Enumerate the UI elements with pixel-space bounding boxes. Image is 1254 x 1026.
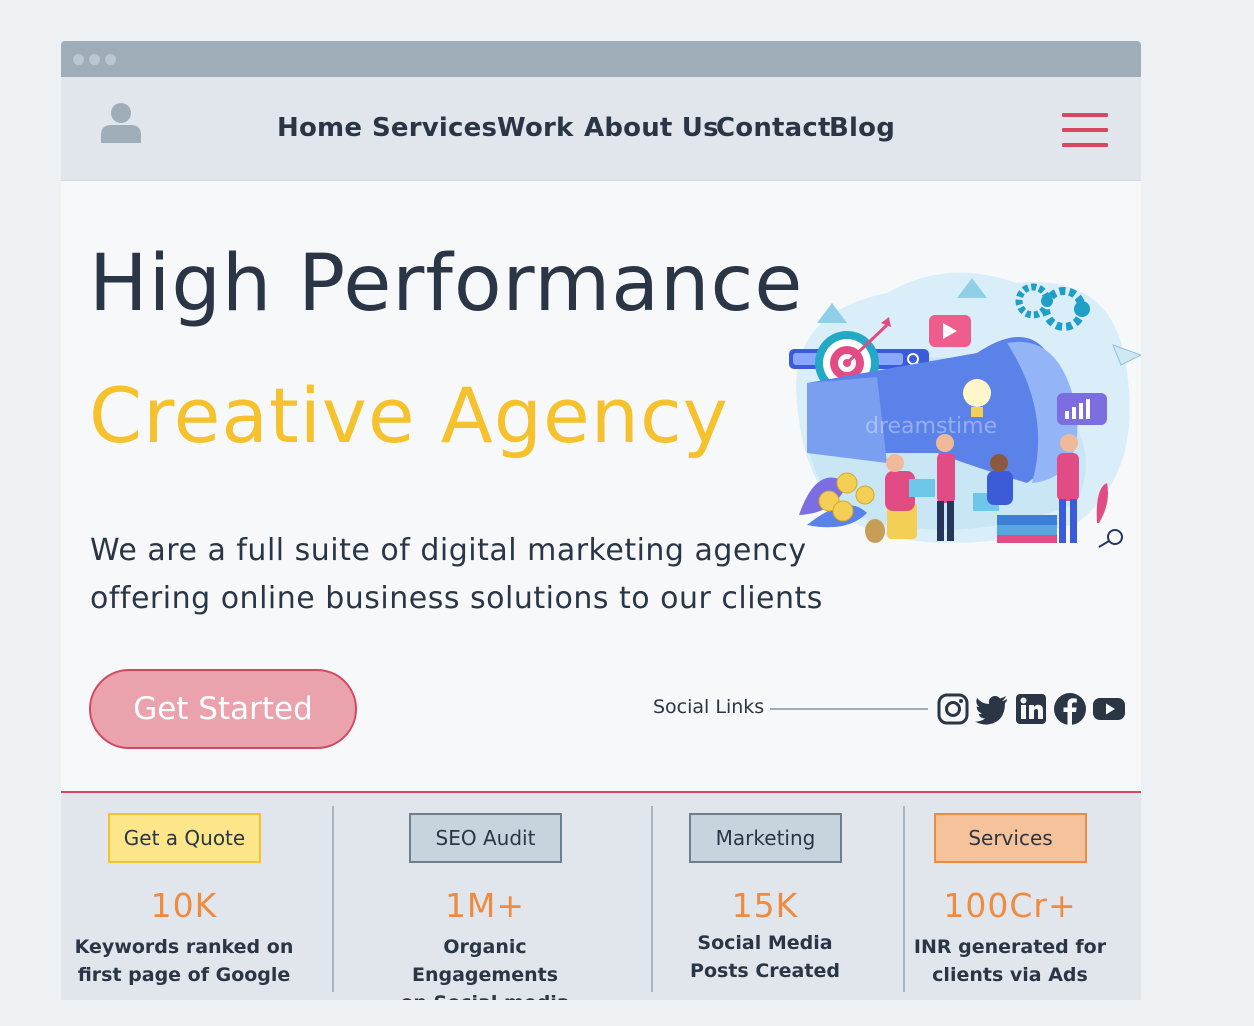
nav-contact[interactable]: Contact — [716, 113, 831, 143]
stat-description-line: Keywords ranked on — [74, 936, 294, 958]
social-links-label: Social Links — [653, 696, 765, 718]
stat-description-line: Posts Created — [690, 960, 840, 982]
stat-description: Organic Engagements on Social media — [370, 933, 600, 1000]
stats-bar: Get a Quote SEO Audit Marketing Services… — [61, 791, 1141, 1000]
stat-description-line: Social Media — [697, 932, 833, 954]
navbar: Home Services Work About Us Contact Blog — [61, 77, 1141, 181]
stat-description-line: first page of Google — [77, 964, 291, 986]
window-dot[interactable] — [105, 54, 116, 65]
hero-subtitle: Creative Agency — [89, 371, 729, 460]
services-tag[interactable]: Services — [934, 813, 1087, 863]
marketing-tag[interactable]: Marketing — [689, 813, 842, 863]
get-a-quote-tag[interactable]: Get a Quote — [108, 813, 261, 863]
social-links-divider — [770, 708, 928, 710]
hero-description: We are a full suite of digital marketing… — [90, 533, 823, 616]
stat-value: 10K — [150, 886, 218, 925]
window-dot[interactable] — [73, 54, 84, 65]
twitter-icon[interactable] — [975, 692, 1009, 726]
stats-divider — [332, 806, 334, 992]
hero-title: High Performance — [89, 239, 804, 329]
browser-window: Home Services Work About Us Contact Blog… — [61, 41, 1141, 1000]
stat-description-line: on Social media — [370, 989, 600, 1000]
stat-description: INR generated for clients via Ads — [895, 933, 1125, 989]
marketing-illustration: dreamstime — [789, 272, 1141, 548]
nav-home[interactable]: Home — [277, 113, 362, 143]
stat-description: Social Media Posts Created — [650, 929, 880, 985]
illustration-watermark: dreamstime — [865, 414, 997, 439]
stat-value: 1M+ — [444, 886, 526, 925]
nav-services[interactable]: Services — [372, 113, 497, 143]
youtube-icon[interactable] — [1092, 692, 1126, 726]
stat-description-line: Organic Engagements — [411, 936, 559, 986]
user-avatar-icon[interactable] — [101, 101, 141, 143]
stat-value: 100Cr+ — [943, 886, 1077, 925]
window-dot[interactable] — [89, 54, 100, 65]
linkedin-icon[interactable] — [1014, 692, 1048, 726]
stat-description: Keywords ranked on first page of Google — [69, 933, 299, 989]
nav-about-us[interactable]: About Us — [584, 113, 719, 143]
nav-blog[interactable]: Blog — [829, 113, 895, 143]
instagram-icon[interactable] — [936, 692, 970, 726]
nav-work[interactable]: Work — [497, 113, 574, 143]
seo-audit-tag[interactable]: SEO Audit — [409, 813, 562, 863]
hamburger-menu-icon[interactable] — [1062, 113, 1108, 149]
get-started-button[interactable]: Get Started — [89, 669, 357, 749]
stat-description-line: INR generated for — [913, 936, 1107, 958]
stat-description-line: clients via Ads — [932, 964, 1088, 986]
window-titlebar — [61, 41, 1141, 77]
stat-value: 15K — [731, 886, 799, 925]
facebook-icon[interactable] — [1053, 692, 1087, 726]
